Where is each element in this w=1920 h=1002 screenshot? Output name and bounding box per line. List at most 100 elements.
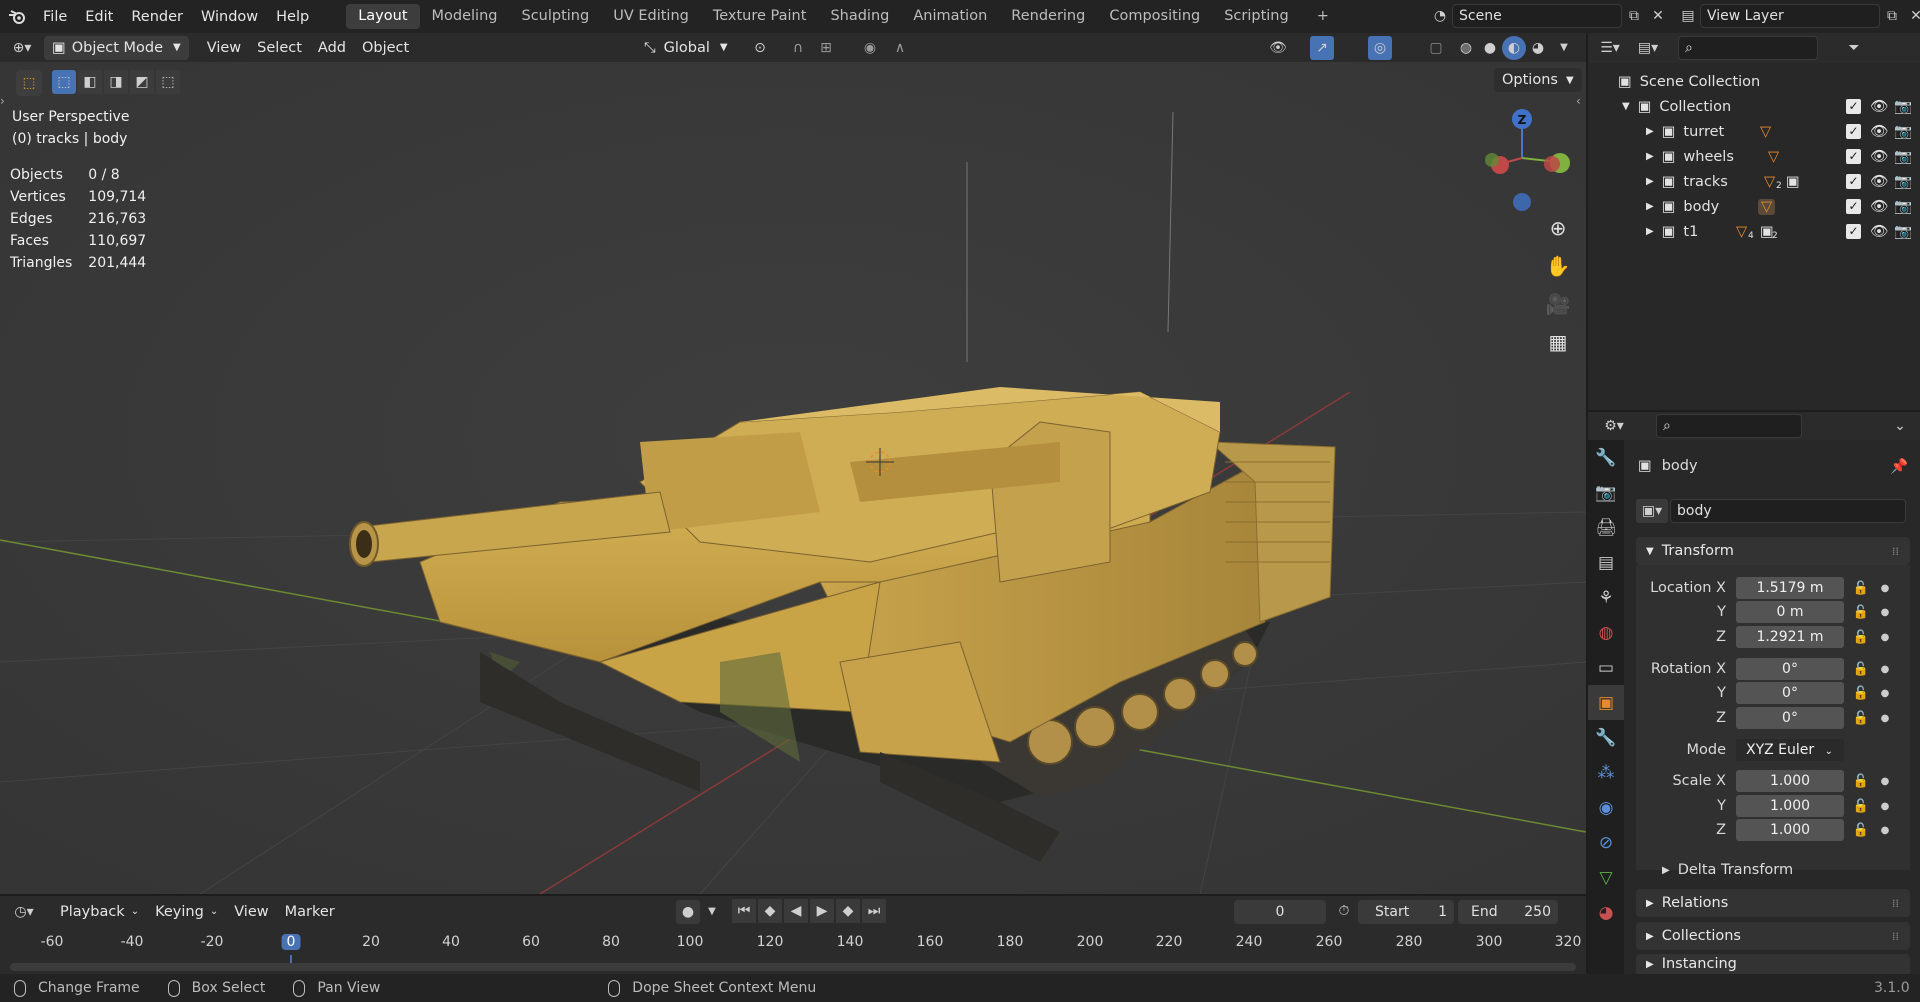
jump-start-icon[interactable]: ⏮ (732, 899, 756, 923)
falloff-icon[interactable]: ∧ (888, 36, 912, 60)
start-frame-field[interactable]: Start 1 (1358, 900, 1454, 924)
material-shading-icon[interactable]: ◐ (1502, 35, 1526, 60)
lock-icon[interactable]: 🔓 (1850, 799, 1872, 814)
lock-icon[interactable]: 🔓 (1850, 686, 1872, 701)
tab-scripting[interactable]: Scripting (1212, 4, 1300, 29)
drag-handle-icon[interactable]: ⁞⁞ (1892, 930, 1899, 943)
keyframe-dot-icon[interactable]: ● (1878, 688, 1892, 699)
select-intersect-icon[interactable]: ⬚ (156, 70, 180, 94)
tab-shading[interactable]: Shading (818, 4, 901, 29)
expand-icon[interactable]: ▶ (1646, 201, 1654, 212)
keyframe-dot-icon[interactable]: ● (1878, 801, 1892, 812)
rotation-y-field[interactable]: 0° (1736, 682, 1844, 704)
lock-icon[interactable]: 🔓 (1850, 711, 1872, 726)
tab-uv-editing[interactable]: UV Editing (601, 4, 701, 29)
wireframe-shading-icon[interactable]: ◍ (1454, 36, 1478, 60)
object-name-field[interactable]: body (1670, 499, 1906, 523)
keyframe-dot-icon[interactable]: ● (1878, 713, 1892, 724)
select-tool-icon[interactable]: ⬚ (16, 70, 42, 96)
scale-x-field[interactable]: 1.000 (1736, 770, 1844, 792)
outliner-item-wheels[interactable]: ▶ ▣ wheels ▽ ✓ 👁 📷 (1588, 144, 1920, 169)
collections-panel-header[interactable]: ▶ Collections ⁞⁞ (1636, 922, 1910, 950)
solid-shading-icon[interactable]: ● (1478, 36, 1502, 60)
transform-panel-header[interactable]: ▼ Transform ⁞⁞ (1636, 537, 1910, 565)
menu-add[interactable]: Add (310, 36, 354, 60)
keying-menu[interactable]: Keying ⌄ (147, 900, 226, 924)
tab-texture-paint[interactable]: Texture Paint (701, 4, 819, 29)
properties-search-input[interactable]: ⌕ (1656, 414, 1802, 438)
menu-marker[interactable]: Marker (277, 900, 343, 924)
menu-file[interactable]: File (34, 9, 76, 25)
keyframe-dot-icon[interactable]: ● (1878, 776, 1892, 787)
shading-options-icon[interactable]: ▼ (1552, 36, 1576, 60)
menu-select[interactable]: Select (249, 36, 310, 60)
proportional-edit-icon[interactable]: ◉ (858, 36, 882, 60)
drag-handle-icon[interactable]: ⁞⁞ (1892, 897, 1899, 910)
menu-object[interactable]: Object (354, 36, 417, 60)
keyframe-dot-icon[interactable]: ● (1878, 664, 1892, 675)
expand-icon[interactable]: ▶ (1646, 176, 1654, 187)
eye-icon[interactable]: 👁 (1870, 123, 1888, 140)
render-camera-icon[interactable]: 📷 (1894, 173, 1912, 190)
select-extend-icon[interactable]: ◧ (78, 70, 102, 94)
render-camera-icon[interactable]: 📷 (1894, 223, 1912, 240)
3d-viewport[interactable]: ⬚ ⬚ ◧ ◨ ◩ ⬚ Options ▼ User Perspective (… (0, 62, 1586, 894)
play-reverse-icon[interactable]: ◀ (784, 899, 808, 923)
collection-tab-icon[interactable]: ▭ (1588, 650, 1624, 685)
tab-sculpting[interactable]: Sculpting (509, 4, 601, 29)
keying-options-icon[interactable]: ▼ (700, 900, 724, 924)
lock-icon[interactable]: 🔓 (1850, 581, 1872, 596)
tool-tab-icon[interactable]: 🔧 (1588, 440, 1624, 475)
record-icon[interactable]: ● (676, 899, 700, 924)
prev-keyframe-icon[interactable]: ◆ (758, 899, 782, 923)
expand-icon[interactable]: ▶ (1646, 151, 1654, 162)
scene-collection-row[interactable]: ▣ Scene Collection (1588, 69, 1920, 94)
constraints-tab-icon[interactable]: ⊘ (1588, 825, 1624, 860)
outliner-item-tracks[interactable]: ▶ ▣ tracks ▽ 2 ▣ ✓ 👁 📷 (1588, 169, 1920, 194)
timeline-editor-icon[interactable]: ◷▾ (12, 900, 36, 924)
pin-icon[interactable]: 📌 (1890, 458, 1908, 475)
lock-icon[interactable]: 🔓 (1850, 605, 1872, 620)
expand-icon[interactable]: ▼ (1622, 101, 1630, 112)
tab-animation[interactable]: Animation (901, 4, 999, 29)
menu-edit[interactable]: Edit (76, 9, 122, 25)
modifier-tab-icon[interactable]: 🔧 (1588, 720, 1624, 755)
play-icon[interactable]: ▶ (810, 899, 834, 923)
lock-icon[interactable]: 🔓 (1850, 630, 1872, 645)
render-camera-icon[interactable]: 📷 (1894, 98, 1912, 115)
orientation-dropdown[interactable]: ⤡ Global ▼ (636, 36, 736, 60)
snap-target-icon[interactable]: ⊞ (814, 36, 838, 60)
zoom-icon[interactable]: ⊕ (1540, 210, 1576, 246)
delta-transform-subpanel[interactable]: ▶ Delta Transform (1646, 858, 1793, 882)
filter-icon[interactable]: ⏷ (1842, 36, 1866, 60)
outliner-editor-icon[interactable]: ☰▾ (1598, 36, 1622, 60)
timeline-scrollbar[interactable] (10, 963, 1576, 971)
exclude-checkbox[interactable]: ✓ (1846, 199, 1861, 214)
keyframe-dot-icon[interactable]: ● (1878, 632, 1892, 643)
new-view-layer-icon[interactable]: ⧉ (1880, 4, 1904, 28)
toolbar-toggle-icon[interactable]: › (0, 94, 5, 108)
particles-tab-icon[interactable]: ⁂ (1588, 755, 1624, 790)
world-tab-icon[interactable]: ◍ (1588, 615, 1624, 650)
camera-icon[interactable]: 🎥 (1540, 286, 1576, 322)
editor-type-icon[interactable]: ⊕▾ (10, 36, 34, 60)
render-camera-icon[interactable]: 📷 (1894, 148, 1912, 165)
location-z-field[interactable]: 1.2921 m (1736, 626, 1844, 648)
exclude-checkbox[interactable]: ✓ (1846, 174, 1861, 189)
menu-window[interactable]: Window (192, 9, 267, 25)
keyframe-dot-icon[interactable]: ● (1878, 825, 1892, 836)
scene-icon[interactable]: ◔ (1428, 4, 1452, 28)
output-tab-icon[interactable]: 🖨 (1588, 510, 1624, 545)
menu-view[interactable]: View (226, 900, 276, 924)
object-browse-icon[interactable]: ▣▾ (1636, 499, 1668, 523)
options-dropdown[interactable]: Options ▼ (1494, 68, 1582, 92)
physics-tab-icon[interactable]: ◉ (1588, 790, 1624, 825)
properties-editor-icon[interactable]: ⚙▾ (1602, 414, 1626, 438)
expand-icon[interactable]: ▶ (1646, 226, 1654, 237)
chevron-down-icon[interactable]: ⌄ (1888, 414, 1912, 438)
menu-help[interactable]: Help (267, 9, 318, 25)
new-scene-icon[interactable]: ⧉ (1622, 4, 1646, 28)
select-subtract-icon[interactable]: ◨ (104, 70, 128, 94)
collection-row[interactable]: ▼ ▣ Collection ✓ 👁 📷 (1588, 94, 1920, 119)
eye-icon[interactable]: 👁 (1870, 223, 1888, 240)
